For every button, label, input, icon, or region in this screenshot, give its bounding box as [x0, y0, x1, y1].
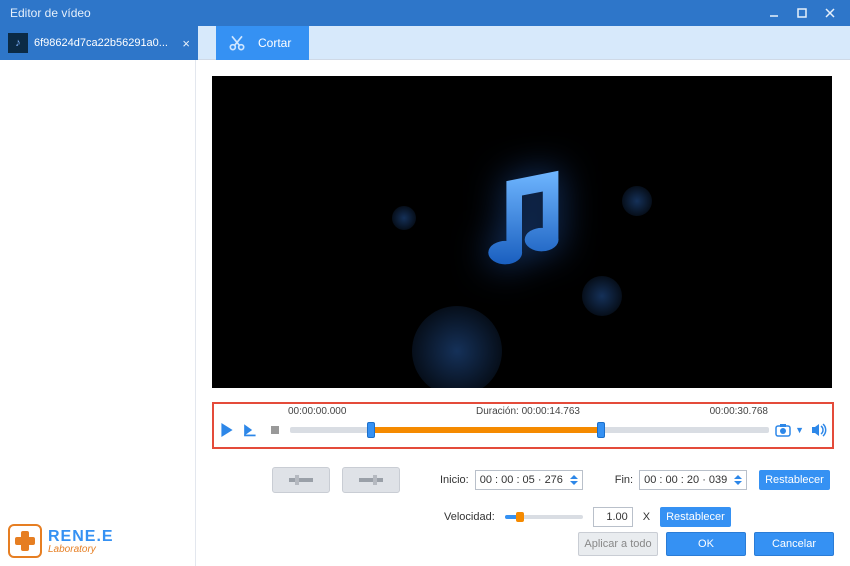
play-selection-button[interactable]	[242, 421, 260, 439]
trim-end-handle[interactable]	[597, 422, 605, 438]
start-time-input[interactable]: 00 : 00 : 05 · 276	[475, 470, 583, 490]
maximize-button[interactable]	[788, 3, 816, 23]
snapshot-chevron-icon[interactable]: ▼	[795, 425, 804, 435]
volume-button[interactable]	[810, 421, 828, 439]
speed-slider[interactable]	[505, 515, 583, 519]
sidebar: RENE.E Laboratory	[0, 60, 196, 566]
video-preview[interactable]	[212, 76, 832, 388]
start-time-up[interactable]	[570, 475, 578, 479]
reset-trim-button[interactable]: Restablecer	[759, 470, 830, 490]
logo-text-1: RENE.E	[48, 528, 114, 546]
end-time-input[interactable]: 00 : 00 : 20 · 039	[639, 470, 747, 490]
bokeh-dot	[392, 206, 416, 230]
apply-all-button[interactable]: Aplicar a todo	[578, 532, 658, 556]
timeline-selection	[371, 427, 601, 433]
set-start-marker-button[interactable]	[272, 467, 330, 493]
trim-start-handle[interactable]	[367, 422, 375, 438]
end-time-down[interactable]	[734, 481, 742, 485]
window-title: Editor de vídeo	[10, 6, 760, 20]
logo-cross-icon	[8, 524, 42, 558]
reset-speed-button[interactable]: Restablecer	[660, 507, 731, 527]
close-button[interactable]	[816, 3, 844, 23]
speed-unit: X	[643, 511, 650, 523]
close-file-icon[interactable]: ×	[180, 36, 192, 51]
scissors-icon	[226, 32, 248, 54]
speed-slider-thumb[interactable]	[516, 512, 524, 522]
cut-tool-label: Cortar	[258, 36, 291, 50]
timeline-total-label: 00:00:30.768	[710, 406, 768, 417]
play-button[interactable]	[218, 421, 236, 439]
timeline-panel: 00:00:00.000 Duración: 00:00:14.763 00:0…	[212, 402, 834, 449]
file-icon: ♪	[8, 33, 28, 53]
file-tab[interactable]: ♪ 6f98624d7ca22b56291a0... ×	[0, 26, 198, 60]
window-controls	[760, 3, 844, 23]
cancel-button[interactable]: Cancelar	[754, 532, 834, 556]
set-end-marker-button[interactable]	[342, 467, 400, 493]
brand-logo: RENE.E Laboratory	[8, 524, 114, 558]
title-bar: Editor de vídeo	[0, 0, 850, 26]
content-area: 00:00:00.000 Duración: 00:00:14.763 00:0…	[196, 60, 850, 566]
minimize-button[interactable]	[760, 3, 788, 23]
speed-label: Velocidad:	[444, 511, 495, 523]
top-toolbar: ♪ 6f98624d7ca22b56291a0... × Cortar	[0, 26, 850, 60]
cut-tool-tab[interactable]: Cortar	[216, 26, 309, 60]
file-name: 6f98624d7ca22b56291a0...	[34, 37, 174, 49]
start-time-label: Inicio:	[440, 474, 469, 486]
timeline-start-label: 00:00:00.000	[288, 406, 346, 417]
snapshot-button[interactable]	[775, 421, 793, 439]
bokeh-dot	[582, 276, 622, 316]
timeline-duration: Duración: 00:00:14.763	[346, 406, 709, 417]
end-time-label: Fin:	[615, 474, 633, 486]
dialog-footer: Aplicar a todo OK Cancelar	[578, 532, 834, 556]
start-time-down[interactable]	[570, 481, 578, 485]
end-time-up[interactable]	[734, 475, 742, 479]
speed-value-input[interactable]: 1.00	[593, 507, 633, 527]
bokeh-dot	[622, 186, 652, 216]
bokeh-dot	[412, 306, 502, 388]
stop-button[interactable]	[266, 421, 284, 439]
timeline-track[interactable]	[290, 427, 769, 433]
ok-button[interactable]: OK	[666, 532, 746, 556]
music-note-icon	[457, 158, 587, 293]
